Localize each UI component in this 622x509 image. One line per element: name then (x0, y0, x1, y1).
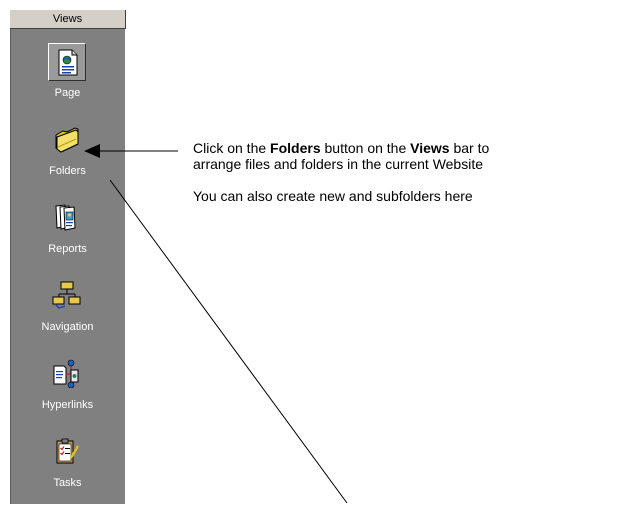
instruction-line-3: You can also create new and subfolders h… (193, 188, 473, 204)
pointer-line (109, 179, 348, 503)
instruction-line-2: arrange files and folders in the current… (193, 156, 484, 172)
folders-emphasis: Folders (270, 140, 321, 156)
annotation-arrows (84, 144, 348, 503)
views-emphasis: Views (410, 140, 450, 156)
instruction-text: Click on the Folders button on the Views… (193, 140, 613, 204)
arrowhead-icon (84, 144, 100, 158)
instruction-line-1: Click on the Folders button on the Views… (193, 140, 490, 156)
